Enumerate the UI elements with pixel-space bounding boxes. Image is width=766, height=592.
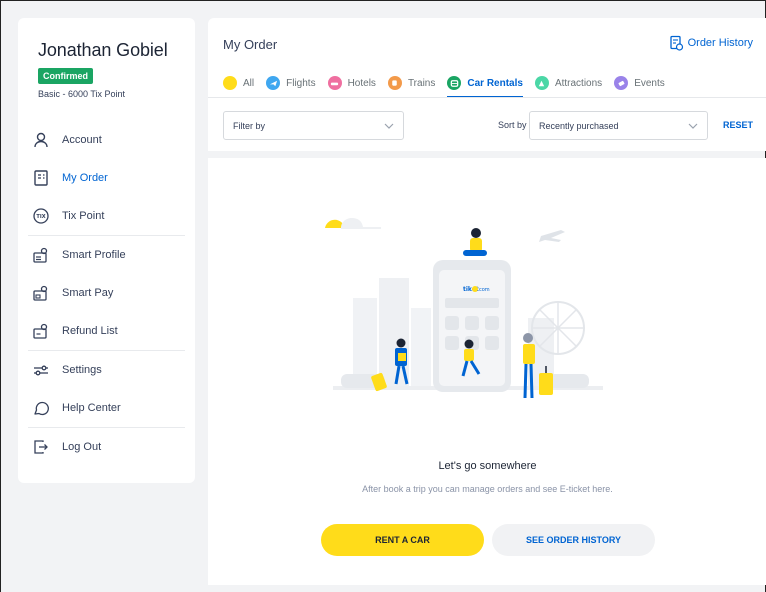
- sort-by-value: Recently purchased: [539, 120, 619, 131]
- filter-by-value: Filter by: [233, 120, 266, 131]
- empty-state-subtitle: After book a trip you can manage orders …: [362, 484, 613, 494]
- travel-illustration: tiket com: [325, 218, 603, 399]
- sidebar: Jonathan Gobiel Confirmed Basic - 6000 T…: [18, 18, 195, 483]
- sidebar-item-refund-list[interactable]: Refund List: [18, 312, 195, 350]
- filter-bar: Filter by Sort by Recently purchased RES…: [208, 97, 766, 151]
- logout-icon: [32, 438, 50, 456]
- sidebar-item-label: Log Out: [62, 441, 102, 453]
- tab-label: All: [243, 77, 255, 89]
- tab-label: Attractions: [554, 77, 603, 89]
- category-tabs: All Flights Hotels Trains Car Rentals At…: [223, 69, 677, 98]
- sidebar-item-label: Settings: [62, 364, 102, 376]
- ticket-icon: [614, 76, 629, 90]
- sidebar-item-help-center[interactable]: Help Center: [18, 389, 195, 427]
- empty-state-title: Let's go somewhere: [438, 460, 537, 472]
- order-header: My Order Order History All Flights Hotel…: [208, 18, 766, 98]
- status-badge: Confirmed: [38, 68, 93, 84]
- tab-all[interactable]: All: [223, 69, 254, 97]
- sidebar-item-label: Refund List: [62, 325, 118, 337]
- rent-a-car-button[interactable]: RENT A CAR: [321, 524, 484, 556]
- tab-label: Hotels: [347, 77, 376, 89]
- order-history-label: Order History: [687, 37, 753, 49]
- receipt-icon: [669, 35, 683, 51]
- sidebar-item-label: Help Center: [62, 402, 121, 414]
- tab-events[interactable]: Events: [614, 69, 665, 97]
- tab-hotels[interactable]: Hotels: [327, 69, 376, 97]
- page-title: My Order: [223, 37, 278, 52]
- car-icon: [447, 76, 462, 90]
- sidebar-item-label: Tix Point: [62, 210, 105, 222]
- smart-pay-icon: [32, 284, 50, 302]
- tix-coin-icon: TIX: [32, 207, 50, 225]
- tab-car-rentals[interactable]: Car Rentals: [447, 69, 523, 98]
- filter-by-dropdown[interactable]: Filter by: [223, 111, 404, 140]
- sort-by-dropdown[interactable]: Recently purchased: [529, 111, 708, 140]
- sidebar-item-tix-point[interactable]: TIX Tix Point: [18, 197, 195, 235]
- sidebar-item-smart-pay[interactable]: Smart Pay: [18, 274, 195, 312]
- plane-icon: [266, 76, 281, 90]
- chevron-down-icon: [384, 123, 394, 129]
- sidebar-item-label: Account: [62, 134, 102, 146]
- empty-state-panel: tiket com Let's go somewhere After book …: [208, 158, 766, 585]
- tab-label: Car Rentals: [467, 77, 523, 89]
- sidebar-item-label: Smart Pay: [62, 287, 114, 299]
- attraction-icon: [534, 76, 549, 90]
- see-order-history-button[interactable]: SEE ORDER HISTORY: [492, 524, 655, 556]
- bed-icon: [327, 76, 342, 90]
- chat-bubble-icon: [32, 399, 50, 417]
- smart-profile-icon: [32, 246, 50, 264]
- all-icon: [223, 76, 237, 90]
- tab-trains[interactable]: Trains: [387, 69, 436, 97]
- order-icon: [32, 169, 50, 187]
- user-icon: [32, 131, 50, 149]
- sidebar-item-log-out[interactable]: Log Out: [18, 428, 195, 466]
- sidebar-item-settings[interactable]: Settings: [18, 351, 195, 389]
- sidebar-item-account[interactable]: Account: [18, 121, 195, 159]
- chevron-down-icon: [688, 123, 698, 129]
- tab-label: Trains: [407, 77, 436, 89]
- tab-label: Flights: [286, 77, 316, 89]
- reset-button[interactable]: RESET: [723, 120, 753, 130]
- profile-card: Jonathan Gobiel Confirmed Basic - 6000 T…: [18, 18, 195, 121]
- profile-name: Jonathan Gobiel: [38, 40, 168, 60]
- sidebar-item-label: My Order: [62, 172, 108, 184]
- phone-brand-suffix: com: [479, 287, 490, 293]
- tab-attractions[interactable]: Attractions: [534, 69, 603, 97]
- tab-flights[interactable]: Flights: [266, 69, 316, 97]
- sidebar-item-my-order[interactable]: My Order: [18, 159, 195, 197]
- settings-sliders-icon: [32, 361, 50, 379]
- refund-icon: [32, 322, 50, 340]
- tab-label: Events: [634, 77, 665, 89]
- membership-tier: Basic - 6000 Tix Point: [38, 89, 126, 99]
- svg-text:TIX: TIX: [36, 214, 45, 220]
- sort-by-label: Sort by: [498, 120, 527, 130]
- order-history-link[interactable]: Order History: [668, 35, 753, 51]
- train-icon: [387, 76, 402, 90]
- sidebar-item-smart-profile[interactable]: Smart Profile: [18, 236, 195, 274]
- sidebar-item-label: Smart Profile: [62, 249, 126, 261]
